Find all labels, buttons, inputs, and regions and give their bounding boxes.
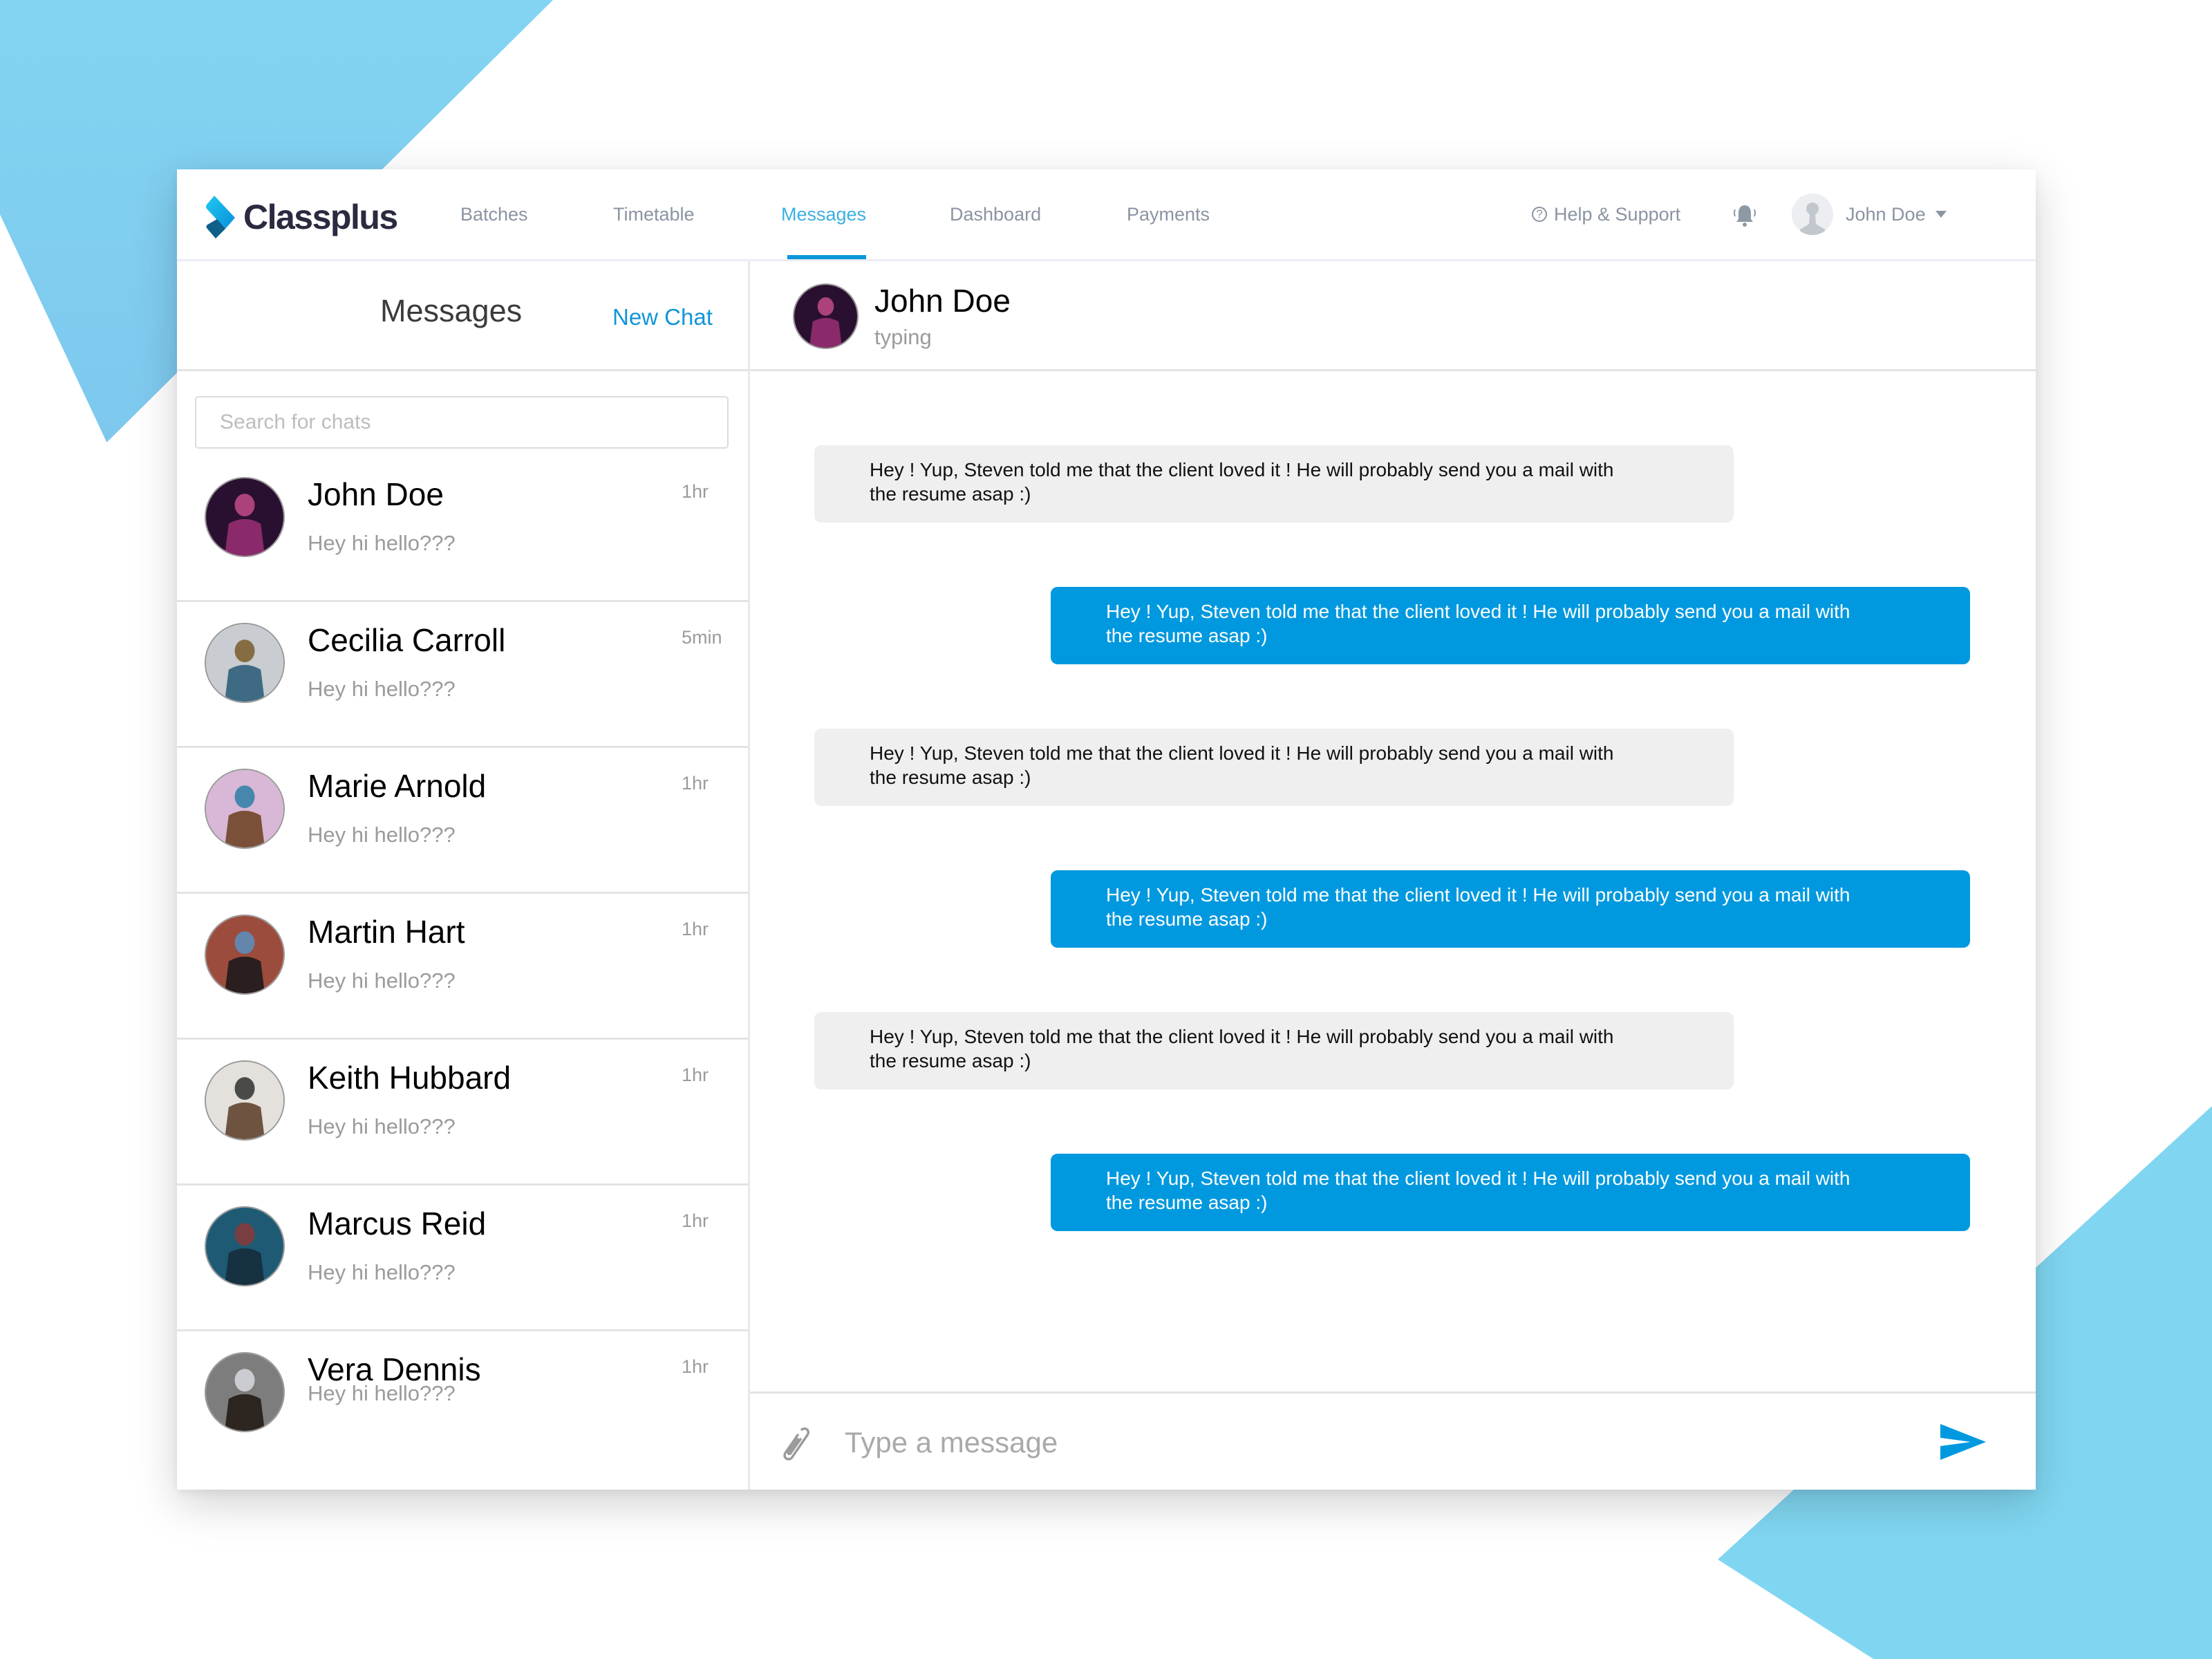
help-support-label: Help & Support bbox=[1554, 203, 1681, 225]
question-circle-icon: ? bbox=[1532, 207, 1547, 222]
chat-timestamp: 1hr bbox=[682, 1356, 709, 1377]
contact-avatar[interactable] bbox=[793, 283, 859, 349]
chat-avatar bbox=[205, 1352, 285, 1432]
chat-contact-name: John Doe bbox=[308, 476, 444, 512]
contact-name: John Doe bbox=[874, 283, 1011, 319]
nav-timetable[interactable]: Timetable bbox=[613, 169, 695, 259]
bell-icon[interactable] bbox=[1731, 201, 1759, 229]
help-support-link[interactable]: ? Help & Support bbox=[1532, 169, 1680, 259]
sidebar-header: Messages New Chat bbox=[177, 261, 748, 371]
search-chats-input[interactable] bbox=[195, 396, 729, 449]
chat-list: John Doe Hey hi hello??? 1hr Cecilia Carrol… bbox=[177, 456, 748, 1477]
user-avatar-icon bbox=[1792, 194, 1833, 235]
chat-list-item[interactable]: Marie Arnold Hey hi hello??? 1hr bbox=[177, 748, 748, 894]
chat-last-message: Hey hi hello??? bbox=[308, 531, 456, 555]
nav-payments[interactable]: Payments bbox=[1127, 169, 1210, 259]
new-chat-button[interactable]: New Chat bbox=[612, 304, 713, 330]
incoming-message: Hey ! Yup, Steven told me that the clien… bbox=[814, 729, 1734, 806]
chat-list-item[interactable]: Martin Hart Hey hi hello??? 1hr bbox=[177, 894, 748, 1040]
message-line: Hey ! Yup, Steven told me that the clien… bbox=[1106, 884, 1850, 906]
message-line: Hey ! Yup, Steven told me that the clien… bbox=[870, 1026, 1614, 1047]
chat-contact-name: Martin Hart bbox=[308, 914, 465, 950]
incoming-message: Hey ! Yup, Steven told me that the clien… bbox=[814, 1012, 1734, 1089]
chat-last-message: Hey hi hello??? bbox=[308, 968, 456, 993]
chat-contact-name: Cecilia Carroll bbox=[308, 622, 506, 658]
message-line: the resume asap :) bbox=[1106, 908, 1268, 930]
brand-logo[interactable]: Classplus bbox=[205, 194, 398, 240]
sidebar-title: Messages bbox=[380, 293, 523, 328]
chat-timestamp: 1hr bbox=[682, 919, 709, 939]
message-input[interactable] bbox=[843, 1409, 1883, 1477]
chat-timestamp: 1hr bbox=[682, 773, 709, 794]
chat-avatar bbox=[205, 915, 285, 995]
chat-last-message: Hey hi hello??? bbox=[308, 1114, 456, 1138]
chat-timestamp: 1hr bbox=[682, 1065, 709, 1085]
message-line: Hey ! Yup, Steven told me that the clien… bbox=[1106, 1168, 1850, 1189]
outgoing-message: Hey ! Yup, Steven told me that the clien… bbox=[1051, 870, 1970, 948]
message-line: the resume asap :) bbox=[1106, 625, 1268, 646]
send-icon[interactable] bbox=[1938, 1421, 1987, 1463]
message-line: Hey ! Yup, Steven told me that the clien… bbox=[870, 742, 1614, 764]
chat-avatar bbox=[205, 623, 285, 703]
chat-timestamp: 5min bbox=[682, 627, 722, 648]
outgoing-message: Hey ! Yup, Steven told me that the clien… bbox=[1051, 1154, 1970, 1231]
brand-name: Classplus bbox=[243, 198, 398, 236]
conversation-panel: John Doe typing Hey ! Yup, Steven told m… bbox=[750, 261, 2036, 1490]
chat-avatar bbox=[205, 477, 285, 557]
chat-list-item[interactable]: Keith Hubbard Hey hi hello??? 1hr bbox=[177, 1040, 748, 1185]
message-line: Hey ! Yup, Steven told me that the clien… bbox=[1106, 601, 1850, 622]
nav-dashboard[interactable]: Dashboard bbox=[950, 169, 1041, 259]
user-name: John Doe bbox=[1846, 203, 1926, 225]
chat-list-item[interactable]: Cecilia Carroll Hey hi hello??? 5min bbox=[177, 602, 748, 748]
chat-list-item[interactable]: Marcus Reid Hey hi hello??? 1hr bbox=[177, 1185, 748, 1331]
chat-timestamp: 1hr bbox=[682, 481, 709, 502]
message-line: Hey ! Yup, Steven told me that the clien… bbox=[870, 459, 1614, 480]
typing-status: typing bbox=[874, 325, 932, 349]
chat-avatar bbox=[205, 1060, 285, 1141]
classplus-logo-icon bbox=[206, 196, 235, 238]
incoming-message: Hey ! Yup, Steven told me that the clien… bbox=[814, 445, 1734, 523]
caret-down-icon bbox=[1935, 211, 1947, 218]
message-line: the resume asap :) bbox=[1106, 1192, 1268, 1213]
chat-contact-name: Keith Hubbard bbox=[308, 1060, 512, 1096]
nav-batches[interactable]: Batches bbox=[460, 169, 528, 259]
nav-messages[interactable]: Messages bbox=[781, 169, 867, 259]
chat-last-message: Hey hi hello??? bbox=[308, 1381, 456, 1405]
chat-contact-name: Marcus Reid bbox=[308, 1206, 487, 1241]
app-window: Classplus Batches Timetable Messages Das… bbox=[177, 169, 2036, 1490]
paperclip-icon[interactable] bbox=[774, 1423, 816, 1464]
chat-last-message: Hey hi hello??? bbox=[308, 1260, 456, 1284]
chat-last-message: Hey hi hello??? bbox=[308, 677, 456, 701]
chat-last-message: Hey hi hello??? bbox=[308, 823, 456, 847]
conversation-header: John Doe typing bbox=[750, 261, 2036, 371]
chat-timestamp: 1hr bbox=[682, 1210, 709, 1231]
message-thread: Hey ! Yup, Steven told me that the clien… bbox=[750, 371, 2036, 1391]
user-menu[interactable]: John Doe bbox=[1792, 169, 1947, 259]
outgoing-message: Hey ! Yup, Steven told me that the clien… bbox=[1051, 587, 1970, 664]
chat-contact-name: Marie Arnold bbox=[308, 768, 487, 804]
chat-list-item[interactable]: Vera Dennis Hey hi hello??? 1hr bbox=[177, 1331, 748, 1477]
chat-sidebar: Messages New Chat John Doe Hey hi hello??… bbox=[177, 261, 750, 1490]
message-line: the resume asap :) bbox=[870, 483, 1031, 505]
chat-avatar bbox=[205, 769, 285, 849]
chat-list-item[interactable]: John Doe Hey hi hello??? 1hr bbox=[177, 456, 748, 602]
message-composer bbox=[750, 1391, 2036, 1490]
chat-avatar bbox=[205, 1206, 285, 1286]
top-navigation-bar: Classplus Batches Timetable Messages Das… bbox=[177, 169, 2036, 261]
message-line: the resume asap :) bbox=[870, 1050, 1031, 1071]
message-line: the resume asap :) bbox=[870, 767, 1031, 788]
